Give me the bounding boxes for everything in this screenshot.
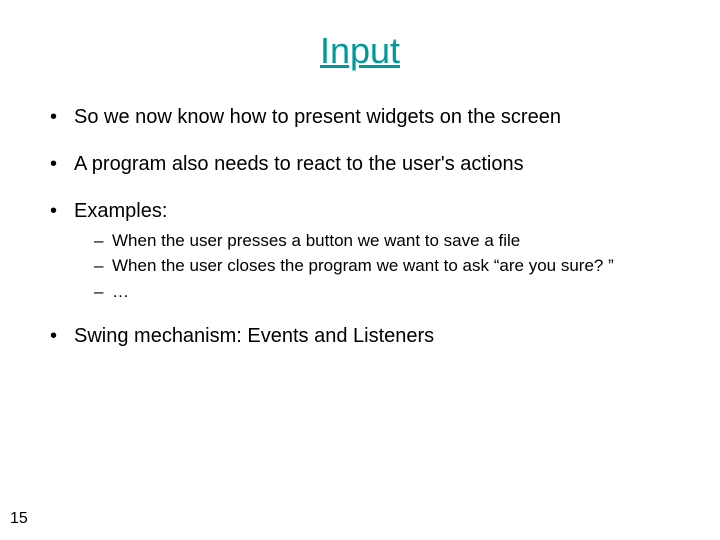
- bullet-list: So we now know how to present widgets on…: [50, 105, 670, 349]
- sub-bullet-item: When the user closes the program we want…: [94, 255, 670, 276]
- sub-bullet-item: When the user presses a button we want t…: [94, 230, 670, 251]
- slide: Input So we now know how to present widg…: [0, 0, 720, 540]
- slide-title: Input: [0, 30, 720, 72]
- sub-bullet-text: When the user closes the program we want…: [112, 256, 614, 275]
- slide-body: So we now know how to present widgets on…: [50, 105, 670, 371]
- bullet-text: Swing mechanism: Events and Listeners: [74, 325, 434, 347]
- sub-bullet-item: …: [94, 281, 670, 302]
- sub-bullet-text: …: [112, 282, 129, 301]
- bullet-text: Examples:: [74, 200, 167, 222]
- bullet-text: A program also needs to react to the use…: [74, 153, 524, 175]
- bullet-item: Swing mechanism: Events and Listeners: [50, 324, 670, 349]
- sub-bullet-text: When the user presses a button we want t…: [112, 231, 520, 250]
- bullet-text: So we now know how to present widgets on…: [74, 106, 561, 128]
- sub-bullet-list: When the user presses a button we want t…: [74, 230, 670, 302]
- bullet-item: So we now know how to present widgets on…: [50, 105, 670, 130]
- bullet-item: Examples: When the user presses a button…: [50, 199, 670, 302]
- page-number: 15: [10, 510, 28, 528]
- bullet-item: A program also needs to react to the use…: [50, 152, 670, 177]
